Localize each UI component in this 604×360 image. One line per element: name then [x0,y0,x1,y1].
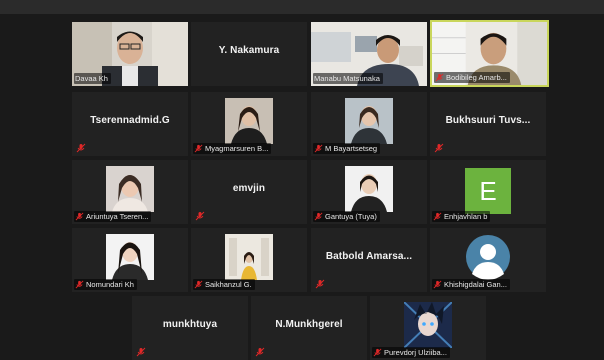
participant-tile-matsunaka[interactable]: Manabu Matsunaka [311,22,427,86]
participant-tile-saikhanzul[interactable]: Saikhanzul G. [191,228,307,292]
default-avatar-icon [464,234,512,280]
participant-name: munkhtuya [162,318,218,330]
microphone-muted-icon [194,144,203,153]
participant-caption: Gantuya (Tuya) [313,211,380,222]
participant-name: Davaa Kh [75,74,108,83]
participant-tile-purevdorj[interactable]: Purevdorj Ulziiba... [370,296,486,360]
participant-name: Khishigdalai Gan... [444,280,507,289]
participant-name: emvjin [232,182,266,194]
microphone-muted-icon [373,348,382,357]
microphone-muted-icon [136,347,146,357]
profile-picture [345,98,393,144]
participant-caption: Saikhanzul G. [193,279,255,290]
participant-caption: Bodibileg Amarb... [434,72,510,83]
participant-name: Enhjavhlan b [444,212,488,221]
participant-tile-tserennadmid[interactable]: Tserennadmid.G [72,92,188,156]
participant-caption: Davaa Kh [74,73,111,84]
participant-name: Batbold Amarsa... [325,250,413,262]
participant-tile-bayartsetseg[interactable]: M Bayartsetseg [311,92,427,156]
participant-name: Ariuntuya Tseren... [86,212,149,221]
participant-name: Myagmarsuren B... [205,144,269,153]
participant-tile-myagmarsuren[interactable]: Myagmarsuren B... [191,92,307,156]
participant-name: Bodibileg Amarb... [446,73,507,82]
participant-name: Nomundari Kh [86,280,134,289]
participant-caption: Purevdorj Ulziiba... [372,347,450,358]
participant-name: Y. Nakamura [218,44,280,56]
microphone-muted-icon [315,279,325,289]
participant-tile-gantuya[interactable]: Gantuya (Tuya) [311,160,427,224]
microphone-muted-icon [255,347,265,357]
participant-tile-batbold[interactable]: Batbold Amarsa... [311,228,427,292]
participant-tile-khishigdalai[interactable]: Khishigdalai Gan... [430,228,546,292]
participant-tile-munkhtuya[interactable]: munkhtuya [132,296,248,360]
microphone-muted-icon [433,212,442,221]
profile-picture [225,234,273,280]
participant-tile-bodibileg[interactable]: Bodibileg Amarb... [430,20,549,87]
profile-picture [404,302,452,348]
microphone-muted-icon [75,212,84,221]
microphone-muted-icon [75,280,84,289]
profile-picture [345,166,393,212]
microphone-muted-icon [434,143,444,153]
microphone-muted-icon [314,212,323,221]
microphone-muted-icon [314,144,323,153]
letter-avatar: E [465,168,511,214]
profile-picture [225,98,273,144]
participant-name: Manabu Matsunaka [314,74,380,83]
participant-caption: Manabu Matsunaka [313,73,383,84]
microphone-muted-icon [194,280,203,289]
participant-tile-emvjin[interactable]: emvjin [191,160,307,224]
participant-tile-nomundari[interactable]: Nomundari Kh [72,228,188,292]
window-top-strip [0,0,604,14]
participant-tile-enhjavhlan[interactable]: E Enhjavhlan b [430,160,546,224]
profile-picture [106,234,154,280]
participant-name: Saikhanzul G. [205,280,252,289]
microphone-muted-icon [435,73,444,82]
participant-tile-munkhgerel[interactable]: N.Munkhgerel [251,296,367,360]
participant-caption: M Bayartsetseg [313,143,381,154]
participant-video [106,166,154,212]
participant-name: M Bayartsetseg [325,144,378,153]
microphone-muted-icon [76,143,86,153]
participant-tile-ariuntuya[interactable]: Ariuntuya Tseren... [72,160,188,224]
participant-caption: Myagmarsuren B... [193,143,272,154]
participant-name: Gantuya (Tuya) [325,212,377,221]
participant-name: Purevdorj Ulziiba... [384,348,447,357]
participant-tile-nakamura[interactable]: Y. Nakamura [191,22,307,86]
participant-caption: Khishigdalai Gan... [432,279,510,290]
microphone-muted-icon [195,211,205,221]
gallery-view: Davaa Kh Y. Nakamura Manabu Matsunaka Bo… [0,14,604,360]
participant-name: Tserennadmid.G [90,114,170,126]
participant-caption: Nomundari Kh [74,279,137,290]
participant-caption: Enhjavhlan b [432,211,491,222]
participant-name: N.Munkhgerel [275,318,343,330]
participant-tile-bukhsuuri[interactable]: Bukhsuuri Tuvs... [430,92,546,156]
participant-caption: Ariuntuya Tseren... [74,211,152,222]
microphone-muted-icon [433,280,442,289]
participant-tile-davaa[interactable]: Davaa Kh [72,22,188,86]
participant-name: Bukhsuuri Tuvs... [445,114,531,126]
